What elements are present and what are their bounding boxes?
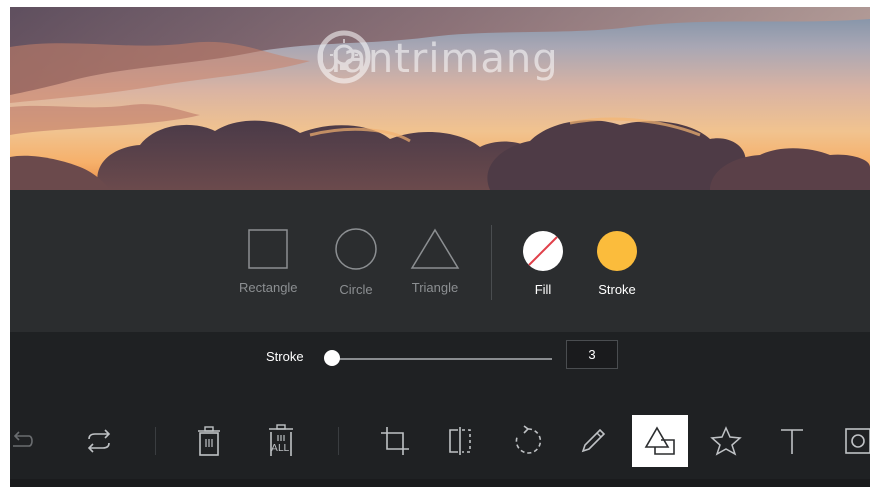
delete-icon — [198, 426, 220, 456]
watermark-logo-icon — [317, 30, 371, 84]
panel-divider — [491, 225, 492, 300]
flip-icon — [87, 429, 111, 453]
mask-button[interactable] — [830, 415, 870, 467]
watermark: uantrimang — [316, 29, 559, 89]
triangle-icon — [410, 228, 460, 269]
circle-label: Circle — [339, 282, 373, 297]
stroke-option[interactable]: Stroke — [596, 230, 638, 297]
triangle-label: Triangle — [411, 280, 459, 295]
redo-button[interactable] — [10, 415, 50, 467]
flip-button[interactable] — [71, 415, 127, 467]
delete-all-label: ALL — [271, 443, 289, 454]
stroke-slider-row: Stroke 3 — [10, 332, 870, 384]
stroke-slider-knob[interactable] — [324, 350, 340, 366]
shape-icon — [644, 426, 675, 455]
rotate-button[interactable] — [500, 415, 556, 467]
sticker-button[interactable] — [698, 415, 754, 467]
fill-label: Fill — [534, 282, 552, 297]
main-toolbar: ALL — [10, 407, 870, 477]
rectangle-tool[interactable]: Rectangle — [239, 228, 298, 295]
delete-all-button[interactable]: ALL — [253, 415, 309, 467]
draw-icon — [581, 428, 606, 453]
shape-options-panel: Rectangle Circle Triangle Fill Stroke — [10, 190, 870, 332]
rectangle-label: Rectangle — [239, 280, 298, 295]
stroke-label: Stroke — [598, 282, 636, 297]
triangle-tool[interactable]: Triangle — [410, 228, 460, 295]
toolbar-separator — [155, 427, 156, 455]
photo-preview: uantrimang — [10, 7, 870, 190]
crop-button[interactable] — [367, 415, 423, 467]
fill-none-icon — [523, 231, 563, 271]
mask-icon — [845, 428, 870, 454]
mirror-icon — [449, 427, 471, 455]
shape-button[interactable] — [632, 415, 688, 467]
stroke-slider-track[interactable] — [332, 358, 552, 360]
sticker-icon — [710, 426, 742, 456]
bottom-strip — [10, 479, 870, 487]
rotate-icon — [515, 425, 542, 454]
circle-icon — [335, 228, 377, 270]
text-button[interactable] — [764, 415, 820, 467]
draw-button[interactable] — [565, 415, 621, 467]
rectangle-icon — [248, 229, 289, 269]
circle-tool[interactable]: Circle — [334, 228, 378, 297]
delete-button[interactable] — [181, 415, 237, 467]
stroke-value-input[interactable]: 3 — [566, 340, 618, 369]
text-icon — [781, 429, 803, 454]
stroke-slider-label: Stroke — [266, 349, 304, 364]
delete-all-icon: ALL — [265, 424, 297, 458]
crop-icon — [381, 427, 409, 455]
stroke-value: 3 — [588, 347, 596, 362]
fill-option[interactable]: Fill — [522, 230, 564, 297]
mirror-button[interactable] — [432, 415, 488, 467]
stroke-color-icon — [597, 231, 637, 271]
redo-icon — [13, 431, 33, 447]
toolbar-separator — [338, 427, 339, 455]
editor-frame: uantrimang Rectangle Circle Triangle Fil… — [10, 7, 870, 487]
